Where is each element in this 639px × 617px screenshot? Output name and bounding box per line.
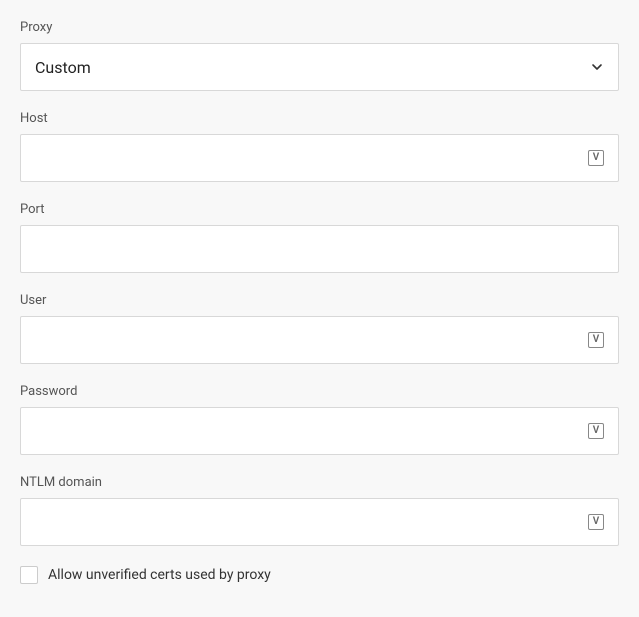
password-group: Password V (20, 384, 619, 455)
host-input-wrapper: V (20, 134, 619, 182)
ntlm-input[interactable] (35, 499, 588, 545)
user-input-wrapper: V (20, 316, 619, 364)
variable-icon[interactable]: V (588, 514, 604, 530)
ntlm-group: NTLM domain V (20, 475, 619, 546)
proxy-selected-value: Custom (35, 58, 590, 77)
password-label: Password (20, 384, 619, 399)
ntlm-input-wrapper: V (20, 498, 619, 546)
user-input[interactable] (35, 317, 588, 363)
allow-unverified-label: Allow unverified certs used by proxy (48, 567, 271, 583)
password-input[interactable] (35, 408, 588, 454)
host-group: Host V (20, 111, 619, 182)
password-input-wrapper: V (20, 407, 619, 455)
chevron-down-icon (590, 60, 604, 74)
user-label: User (20, 293, 619, 308)
port-label: Port (20, 202, 619, 217)
user-group: User V (20, 293, 619, 364)
ntlm-label: NTLM domain (20, 475, 619, 490)
port-input[interactable] (35, 226, 604, 272)
allow-unverified-checkbox[interactable] (20, 566, 38, 584)
proxy-select[interactable]: Custom (20, 43, 619, 91)
host-label: Host (20, 111, 619, 126)
variable-icon[interactable]: V (588, 332, 604, 348)
proxy-group: Proxy Custom (20, 20, 619, 91)
port-input-wrapper (20, 225, 619, 273)
allow-unverified-row: Allow unverified certs used by proxy (20, 566, 619, 584)
variable-icon[interactable]: V (588, 150, 604, 166)
host-input[interactable] (35, 135, 588, 181)
variable-icon[interactable]: V (588, 423, 604, 439)
proxy-label: Proxy (20, 20, 619, 35)
port-group: Port (20, 202, 619, 273)
